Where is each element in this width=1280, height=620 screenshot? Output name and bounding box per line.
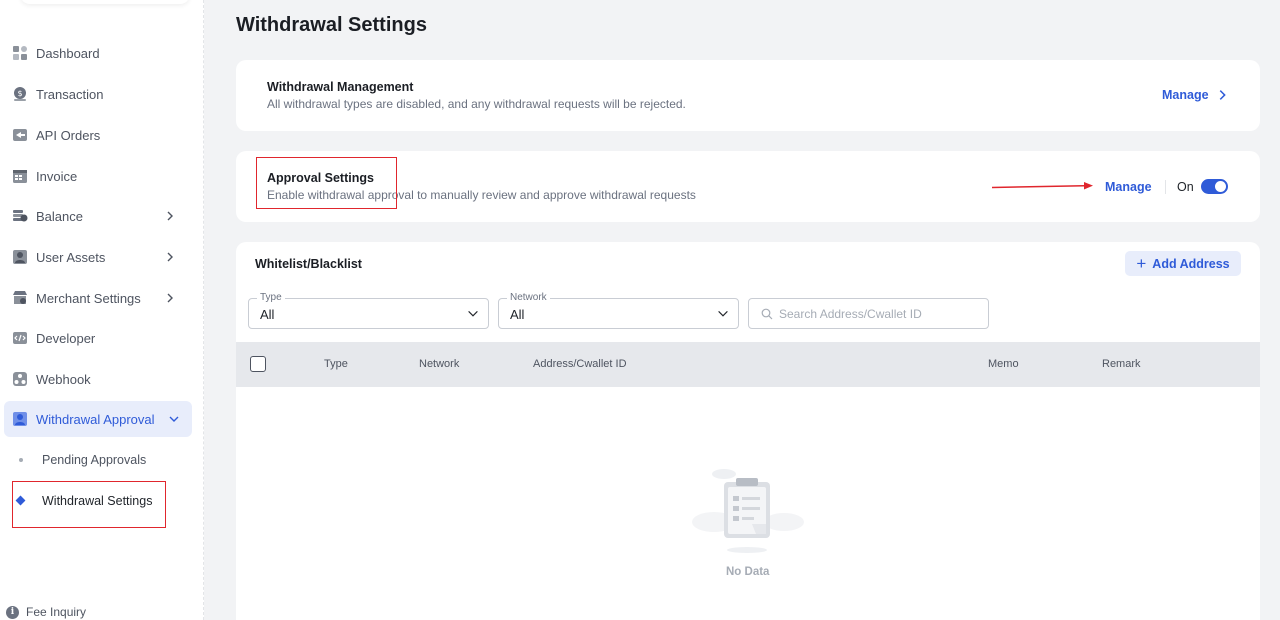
sidebar-item-label: Dashboard	[36, 45, 100, 61]
withdrawal-approval-icon	[12, 411, 28, 427]
table-header: Type Network Address/Cwallet ID Memo Rem…	[236, 342, 1260, 387]
highlight-box-sidebar	[12, 481, 166, 528]
approval-settings-manage-link[interactable]: Manage	[1105, 180, 1152, 194]
info-icon: i	[6, 605, 19, 619]
whitelist-blacklist-title: Whitelist/Blacklist	[255, 257, 362, 271]
manage-label: Manage	[1105, 180, 1152, 194]
add-address-label: Add Address	[1152, 256, 1230, 271]
sidebar-item-developer[interactable]: Developer	[0, 320, 192, 356]
network-select[interactable]: Network All	[498, 292, 739, 329]
search-input[interactable]	[779, 306, 979, 321]
balance-icon	[12, 208, 28, 224]
sidebar-item-webhook[interactable]: Webhook	[0, 361, 192, 397]
approval-toggle-label: On	[1177, 180, 1194, 194]
type-select-value: All	[260, 307, 275, 322]
bullet-dot	[19, 458, 23, 462]
sidebar-item-user-assets[interactable]: User Assets	[0, 239, 192, 275]
chevron-right-icon	[1219, 90, 1226, 100]
withdrawal-management-description: All withdrawal types are disabled, and a…	[267, 97, 686, 111]
dashboard-icon	[12, 45, 28, 61]
fee-inquiry-label: Fee Inquiry	[26, 605, 87, 619]
sidebar-item-label: Invoice	[36, 168, 78, 184]
toggle-knob	[1215, 181, 1226, 192]
select-all-checkbox[interactable]	[250, 356, 266, 372]
approval-toggle-switch[interactable]	[1201, 179, 1228, 194]
network-select-value: All	[510, 307, 525, 322]
sidebar-item-label: Merchant Settings	[36, 290, 141, 306]
api-orders-icon	[12, 127, 28, 143]
sidebar-item-label: User Assets	[36, 249, 106, 265]
column-header-type: Type	[324, 358, 348, 370]
sidebar-item-api-orders[interactable]: API Orders	[0, 117, 192, 153]
empty-clipboard-icon	[692, 469, 804, 553]
column-header-memo: Memo	[988, 358, 1019, 370]
manage-label: Manage	[1162, 88, 1209, 102]
chevron-right-icon	[167, 252, 173, 262]
highlight-box-approval-settings	[256, 157, 397, 209]
sidebar-item-balance[interactable]: Balance	[0, 198, 192, 234]
network-select-label: Network	[507, 292, 550, 303]
webhook-icon	[12, 371, 28, 387]
fee-inquiry-link[interactable]: i Fee Inquiry	[6, 605, 86, 619]
sidebar-item-merchant-settings[interactable]: Merchant Settings	[0, 280, 192, 316]
sidebar-subitem-pending-approvals[interactable]: Pending Approvals	[0, 445, 192, 475]
column-header-remark: Remark	[1102, 358, 1141, 370]
type-select-label: Type	[257, 292, 285, 303]
column-header-address: Address/Cwallet ID	[533, 358, 627, 370]
withdrawal-management-card: Withdrawal Management All withdrawal typ…	[236, 60, 1260, 131]
sidebar-item-withdrawal-approval[interactable]: Withdrawal Approval	[4, 401, 192, 437]
chevron-down-icon	[169, 416, 179, 422]
search-icon	[761, 308, 773, 319]
developer-icon	[12, 330, 28, 346]
withdrawal-management-manage-link[interactable]: Manage	[1162, 88, 1229, 102]
chevron-right-icon	[167, 293, 173, 303]
add-address-button[interactable]: + Add Address	[1125, 251, 1241, 276]
withdrawal-management-title: Withdrawal Management	[267, 80, 414, 94]
sidebar-item-label: Transaction	[36, 86, 104, 102]
page-title: Withdrawal Settings	[236, 14, 427, 36]
column-header-network: Network	[419, 358, 460, 370]
sidebar-item-label: API Orders	[36, 127, 101, 143]
sidebar-subitem-label: Pending Approvals	[42, 453, 147, 467]
sidebar-item-label: Developer	[36, 330, 96, 346]
divider	[1165, 180, 1166, 194]
annotation-arrow-icon	[991, 182, 1093, 190]
sidebar-item-invoice[interactable]: Invoice	[0, 158, 192, 194]
invoice-icon	[12, 168, 28, 184]
type-select[interactable]: Type All	[248, 292, 489, 329]
whitelist-blacklist-card: Whitelist/Blacklist + Add Address Type A…	[236, 242, 1260, 620]
chevron-right-icon	[167, 211, 173, 221]
chevron-down-icon	[468, 310, 478, 317]
user-assets-icon	[12, 249, 28, 265]
sidebar-item-label: Balance	[36, 208, 83, 224]
transaction-icon: $	[12, 86, 28, 102]
sidebar-top-cap	[20, 0, 190, 4]
sidebar-item-transaction[interactable]: $ Transaction	[0, 76, 192, 112]
sidebar-item-label: Withdrawal Approval	[36, 411, 155, 427]
search-field[interactable]	[748, 298, 989, 329]
svg-text:$: $	[17, 89, 22, 98]
chevron-down-icon	[718, 310, 728, 317]
empty-state-text: No Data	[726, 566, 770, 578]
sidebar-item-label: Webhook	[36, 371, 91, 387]
plus-icon: +	[1136, 254, 1147, 273]
merchant-settings-icon	[12, 290, 28, 306]
sidebar: Dashboard $ Transaction API Orders Invoi…	[0, 0, 204, 620]
sidebar-item-dashboard[interactable]: Dashboard	[0, 35, 192, 71]
